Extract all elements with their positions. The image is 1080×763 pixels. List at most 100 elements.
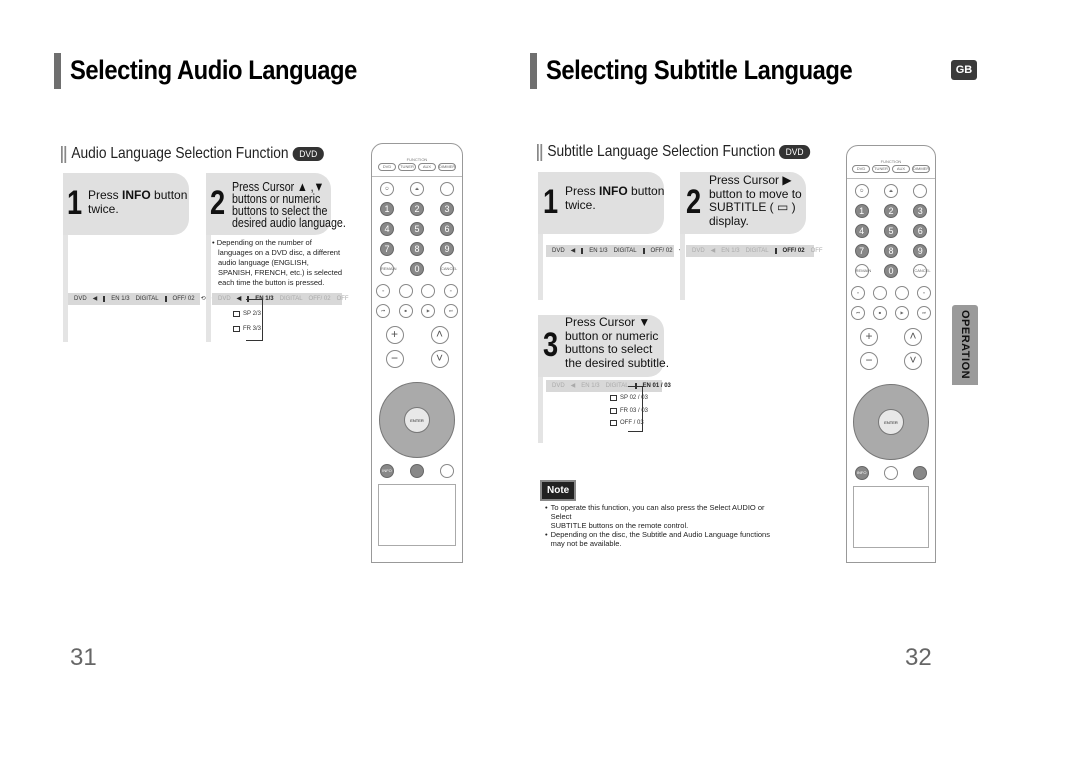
step-stem — [206, 235, 211, 342]
dvd-badge: DVD — [779, 145, 811, 159]
digit-button[interactable]: 2 — [410, 202, 424, 216]
digit-button[interactable]: 3 — [440, 202, 454, 216]
tuning-down-button[interactable]: ˅ — [904, 352, 922, 370]
digit-button[interactable]: 6 — [913, 224, 928, 238]
digit-button[interactable]: 1 — [380, 202, 394, 216]
page-title-audio: Selecting Audio Language — [70, 55, 357, 85]
logo-button[interactable] — [440, 464, 454, 478]
digit-button[interactable]: 9 — [440, 242, 454, 256]
remote-aux-button[interactable]: AUX — [418, 163, 436, 171]
digit-button[interactable]: 0 — [410, 262, 424, 276]
power-icon[interactable]: ⏻ — [380, 182, 394, 196]
digit-button[interactable]: 5 — [883, 224, 898, 238]
note-item: • Depending on the disc, the Subtitle an… — [545, 530, 770, 548]
tuning-up-button[interactable]: ˄ — [430, 326, 449, 344]
remote-aux-button[interactable]: AUX — [892, 165, 910, 173]
remote-tuner-button[interactable]: TUNER — [398, 163, 416, 171]
step-stem — [680, 234, 685, 300]
step-button[interactable] — [873, 286, 887, 300]
audio-step-1-text: Press INFO button twice. — [88, 188, 188, 216]
menu-button[interactable] — [410, 464, 424, 478]
osd-bar-subtitle-select: DVD ◀ EN 1/3 DIGITAL EN 01 / 03 — [546, 380, 671, 392]
stop-icon[interactable]: ■ — [398, 304, 413, 318]
remote-control-left: FUNCTION DVD TUNER AUX DIMMER ⏻ ⏏ 1 2 3 … — [371, 143, 463, 563]
step-number: 2 — [210, 184, 226, 222]
volume-up-button[interactable]: + — [860, 328, 878, 346]
navigation-pad[interactable]: ENTER — [853, 384, 929, 460]
enter-button[interactable]: ENTER — [878, 409, 904, 435]
digit-button[interactable]: 8 — [410, 242, 424, 256]
remote-dimmer-button[interactable]: DIMMER — [438, 163, 456, 171]
audio-bullet-note: • Depending on the number of languages o… — [212, 238, 343, 287]
tuning-down-button[interactable]: ˅ — [430, 350, 449, 368]
digit-button[interactable]: 4 — [380, 222, 394, 236]
enter-button[interactable]: ENTER — [404, 407, 430, 433]
sleep-button[interactable] — [913, 184, 928, 198]
remain-button[interactable]: REMAIN — [380, 262, 397, 276]
sleep-button[interactable] — [440, 182, 454, 196]
navigation-pad[interactable]: ENTER — [379, 382, 455, 458]
remote-tuner-button[interactable]: TUNER — [872, 165, 890, 173]
repeat-button[interactable] — [421, 284, 436, 298]
stop-icon[interactable]: ■ — [873, 306, 887, 320]
digit-button[interactable]: 6 — [440, 222, 454, 236]
page-number: 31 — [70, 644, 97, 671]
info-button[interactable]: INFO — [380, 464, 394, 478]
menu-button[interactable] — [883, 466, 898, 480]
title-accent-bar — [530, 53, 537, 89]
digit-button[interactable]: 7 — [854, 244, 869, 258]
section-heading-text: Subtitle Language Selection Function — [547, 143, 776, 160]
remote-dvd-button[interactable]: DVD — [852, 165, 870, 173]
section-marker-icon — [61, 145, 67, 163]
remote-dvd-button[interactable]: DVD — [378, 163, 396, 171]
note-label: Note — [540, 480, 577, 501]
volume-down-button[interactable]: − — [860, 352, 878, 370]
next-icon[interactable]: ⏭ — [443, 304, 458, 318]
rewind-icon[interactable]: « — [851, 286, 865, 300]
page-title-subtitle: Selecting Subtitle Language — [546, 55, 853, 85]
subtitle-icon — [642, 248, 645, 254]
rewind-icon[interactable]: « — [376, 284, 391, 298]
tuning-up-button[interactable]: ˄ — [904, 328, 922, 346]
digit-button[interactable]: 2 — [883, 204, 898, 218]
cancel-button[interactable]: CANCEL — [913, 264, 931, 278]
digit-button[interactable]: 3 — [913, 204, 928, 218]
remote-control-right: FUNCTION DVD TUNER AUX DIMMER ⏻ ⏏ 1 2 3 … — [846, 145, 936, 563]
cancel-button[interactable]: CANCEL — [440, 262, 457, 276]
remote-lower-panel — [378, 484, 456, 546]
audio-step-2-text: Press Cursor ▲ ,▼ buttons or numeric but… — [232, 179, 346, 230]
forward-icon[interactable]: » — [917, 286, 931, 300]
forward-icon[interactable]: » — [443, 284, 458, 298]
remote-dimmer-button[interactable]: DIMMER — [912, 165, 930, 173]
play-pause-icon[interactable]: ▶ — [421, 304, 436, 318]
next-icon[interactable]: ⏭ — [917, 306, 931, 320]
digit-button[interactable]: 9 — [913, 244, 928, 258]
info-button[interactable]: INFO — [854, 466, 869, 480]
digit-button[interactable]: 5 — [410, 222, 424, 236]
digit-button[interactable]: 7 — [380, 242, 394, 256]
digit-button[interactable]: 8 — [883, 244, 898, 258]
eject-icon[interactable]: ⏏ — [410, 182, 424, 196]
volume-up-button[interactable]: + — [385, 326, 404, 344]
step-number: 3 — [543, 326, 559, 364]
section-heading-subtitle: Subtitle Language Selection Function DVD — [537, 143, 811, 161]
logo-button[interactable] — [913, 466, 928, 480]
digit-button[interactable]: 1 — [854, 204, 869, 218]
eject-icon[interactable]: ⏏ — [883, 184, 898, 198]
section-marker-icon — [537, 143, 543, 161]
play-pause-icon[interactable]: ▶ — [895, 306, 909, 320]
subtitle-step-3-text: Press Cursor ▼ button or numeric buttons… — [565, 315, 670, 370]
remote-lower-panel — [853, 486, 929, 548]
prev-icon[interactable]: ⏮ — [376, 304, 391, 318]
step-button[interactable] — [398, 284, 413, 298]
language-badge: GB — [951, 60, 977, 80]
prev-icon[interactable]: ⏮ — [851, 306, 865, 320]
digit-button[interactable]: 4 — [854, 224, 869, 238]
repeat-button[interactable] — [895, 286, 909, 300]
section-heading-audio: Audio Language Selection Function DVD — [61, 145, 324, 163]
volume-down-button[interactable]: − — [385, 350, 404, 368]
digit-button[interactable]: 0 — [883, 264, 898, 278]
step-number: 2 — [686, 183, 702, 221]
remain-button[interactable]: REMAIN — [854, 264, 871, 278]
power-icon[interactable]: ⏻ — [854, 184, 869, 198]
